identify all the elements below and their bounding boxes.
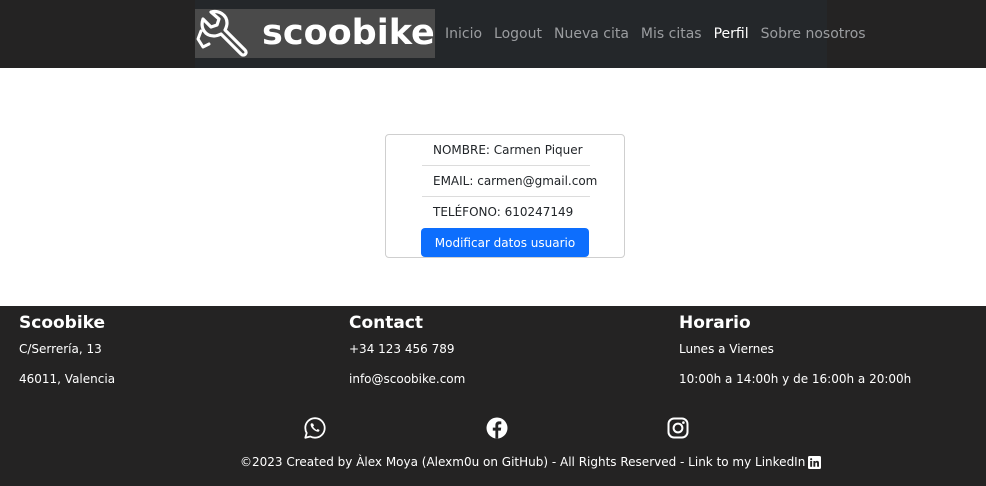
footer-hours-title: Horario <box>679 313 751 333</box>
profile-email: EMAIL: carmen@gmail.com <box>422 166 597 197</box>
nav-link-sobre-nosotros[interactable]: Sobre nosotros <box>761 24 866 44</box>
footer: Scoobike C/Serrería, 13 46011, Valencia … <box>0 306 986 486</box>
nav-link-logout[interactable]: Logout <box>494 24 542 44</box>
instagram-icon[interactable] <box>666 416 690 440</box>
footer-email: info@scoobike.com <box>349 372 466 386</box>
facebook-icon[interactable] <box>485 416 509 440</box>
profile-card: NOMBRE: Carmen Piquer EMAIL: carmen@gmai… <box>385 134 625 258</box>
nav-link-inicio[interactable]: Inicio <box>445 24 482 44</box>
footer-phone: +34 123 456 789 <box>349 342 455 356</box>
footer-address-street: C/Serrería, 13 <box>19 342 102 356</box>
footer-company-title: Scoobike <box>19 313 106 333</box>
edit-profile-button[interactable]: Modificar datos usuario <box>421 228 589 257</box>
copyright-label: ©2023 Created by Àlex Moya (Alexm0u on G… <box>240 455 806 469</box>
navbar: scoobike Inicio Logout Nueva cita Mis ci… <box>0 0 986 68</box>
wrench-icon <box>196 9 248 57</box>
copyright-text: ©2023 Created by Àlex Moya (Alexm0u on G… <box>240 455 822 469</box>
linkedin-icon[interactable] <box>808 455 822 469</box>
nav-link-nueva-cita[interactable]: Nueva cita <box>554 24 629 44</box>
whatsapp-icon[interactable] <box>303 416 327 440</box>
nav-links: Inicio Logout Nueva cita Mis citas Perfi… <box>445 24 866 44</box>
footer-contact-title: Contact <box>349 313 424 333</box>
footer-address-city: 46011, Valencia <box>19 372 116 386</box>
footer-hours-times: 10:00h a 14:00h y de 16:00h a 20:00h <box>679 372 912 386</box>
brand-logo[interactable]: scoobike <box>195 9 435 58</box>
nav-link-mis-citas[interactable]: Mis citas <box>641 24 702 44</box>
brand-name: scoobike <box>262 13 435 53</box>
profile-phone: TELÉFONO: 610247149 <box>433 205 574 219</box>
footer-hours-days: Lunes a Viernes <box>679 342 774 356</box>
nav-link-perfil[interactable]: Perfil <box>714 24 749 44</box>
profile-name: NOMBRE: Carmen Piquer <box>422 135 590 166</box>
